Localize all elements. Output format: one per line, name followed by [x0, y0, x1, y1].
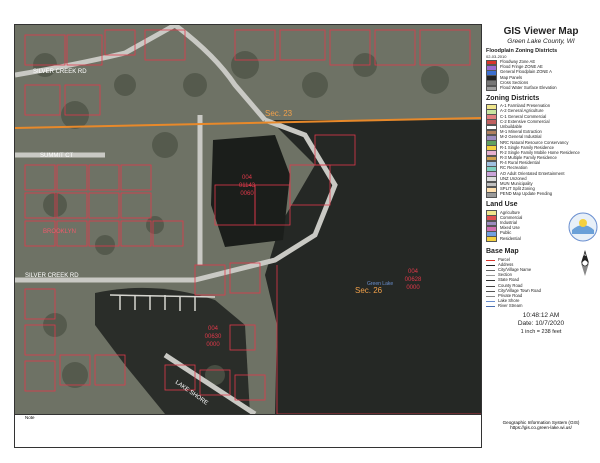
road-label: SILVER CREEK RD — [33, 69, 87, 75]
legend-title: GIS Viewer Map — [503, 26, 579, 37]
floodplain-legend: Floodway Zone AE Flood Fringe ZONE AE Gene… — [482, 59, 600, 92]
county-logo-icon — [568, 212, 598, 242]
map-scale: 1 inch = 238 feet — [520, 329, 562, 336]
footer: Geographic Information System (GIS) http… — [482, 420, 600, 430]
parcel-number: 0000 — [406, 285, 420, 291]
parcel-number: 004 — [242, 175, 253, 181]
legend-swatch — [486, 259, 495, 261]
basemap-legend: Parcel Address City/Village Name Section Sta… — [482, 257, 570, 310]
lake-label: Green Lake — [367, 281, 393, 287]
legend-swatch — [486, 85, 497, 92]
footer-url[interactable]: https://gis.co.green-lake.wi.us/ — [482, 425, 600, 430]
parcel-number: 004 — [408, 269, 419, 275]
parcel-number: 004 — [208, 326, 219, 332]
parcel-number: 01143 — [239, 183, 256, 189]
legend-row: PEND Map Update Pending — [486, 191, 600, 198]
zoning-legend: A-1 Farmland Preservation A-2 General Agr… — [482, 103, 600, 198]
note-label: Note — [25, 415, 35, 420]
legend-label: River Stream — [498, 303, 523, 309]
note-box: Note — [14, 413, 482, 448]
parcel-number: 0060 — [240, 191, 254, 197]
map-canvas: SILVER CREEK RD SUMMIT CT SILVER CREEK R… — [15, 25, 481, 414]
landuse-heading: Land Use — [486, 201, 518, 209]
gis-map-view[interactable]: SILVER CREEK RD SUMMIT CT SILVER CREEK R… — [14, 24, 482, 415]
parcel-number: 00628 — [405, 277, 422, 283]
print-date: Date: 10/7/2020 — [517, 319, 565, 327]
section-label: Sec. 23 — [265, 109, 293, 118]
legend-swatch — [486, 264, 495, 266]
legend-subtitle: Green Lake County, WI — [507, 37, 575, 45]
legend-label: Residential — [500, 235, 521, 241]
legend-swatch — [486, 275, 495, 277]
north-label: N — [584, 252, 587, 257]
landuse-legend: Agriculture Commercial Industrial Mixed Use… — [482, 210, 566, 244]
legend-swatch — [486, 295, 495, 297]
legend-row: River Stream — [486, 304, 570, 309]
road-label: SILVER CREEK RD — [25, 273, 79, 279]
parcel-number: 00630 — [205, 334, 222, 340]
legend-swatch — [486, 301, 495, 303]
place-label: BROOKLYN — [43, 229, 76, 235]
north-arrow-icon: N — [581, 250, 589, 277]
legend-row: Residential — [486, 235, 566, 242]
print-time: 10:48:12 AM — [522, 312, 560, 320]
basemap-heading: Base Map — [486, 248, 519, 256]
legend-label: PEND Map Update Pending — [500, 191, 553, 197]
legend-swatch — [486, 236, 497, 242]
legend-swatch — [486, 290, 495, 292]
section-label: Sec. 26 — [355, 286, 383, 295]
legend-swatch — [486, 191, 497, 198]
legend-swatch — [486, 269, 495, 271]
road-label: SUMMIT CT — [40, 153, 74, 159]
legend-label: Flood Water Surface Elevation — [500, 84, 557, 90]
legend-swatch — [486, 306, 495, 308]
legend-row: Flood Water Surface Elevation — [486, 84, 600, 92]
legend-panel: GIS Viewer Map Green Lake County, WI Flo… — [482, 24, 600, 413]
legend-swatch — [486, 285, 495, 287]
legend-swatch — [486, 280, 495, 282]
parcel-number: 0000 — [206, 342, 220, 348]
zoning-heading: Zoning Districts — [486, 95, 540, 102]
